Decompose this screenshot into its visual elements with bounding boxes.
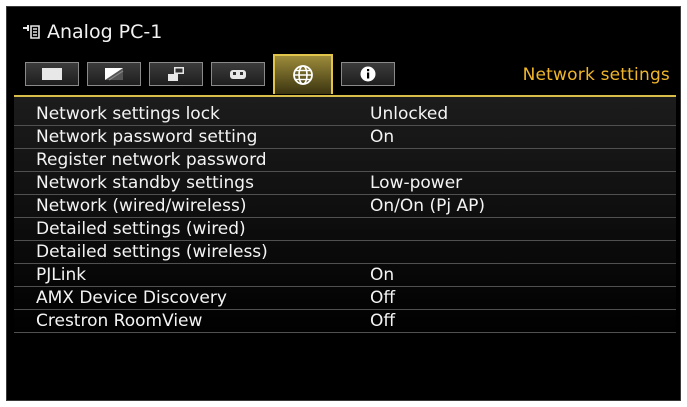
image-adjust-icon (101, 66, 127, 82)
tab-title: Network settings (522, 65, 670, 85)
setting-label: Network (wired/wireless) (36, 196, 247, 216)
network-globe-icon (292, 64, 314, 86)
setting-value: On/On (Pj AP) (370, 196, 485, 216)
tab-network-settings[interactable] (273, 54, 333, 94)
screen-icon (39, 66, 65, 82)
settings-row[interactable]: Detailed settings (wired) (14, 218, 676, 241)
settings-row[interactable]: Network standby settings Low-power (14, 172, 676, 195)
setting-label: Network password setting (36, 127, 258, 147)
osd-menu: Analog PC-1 Network settings Network set… (6, 6, 681, 401)
tab-system-settings[interactable] (211, 62, 265, 86)
setting-label: Register network password (36, 150, 267, 170)
setting-label: Network standby settings (36, 173, 254, 193)
setting-value: Off (370, 311, 396, 331)
setting-label: Detailed settings (wireless) (36, 242, 268, 262)
analog-input-icon (21, 23, 41, 41)
setting-value: On (370, 265, 395, 285)
tab-information[interactable] (341, 62, 395, 86)
settings-row[interactable]: Register network password (14, 149, 676, 172)
settings-row[interactable]: PJLink On (14, 264, 676, 287)
setting-value: Unlocked (370, 104, 449, 124)
settings-row[interactable]: Crestron RoomView Off (14, 310, 676, 333)
info-icon (358, 65, 378, 83)
tab-screen[interactable] (25, 62, 79, 86)
setting-value: Off (370, 288, 396, 308)
menu-tabs: Network settings (17, 51, 680, 95)
setting-label: Network settings lock (36, 104, 220, 124)
installation-icon (163, 66, 189, 82)
tab-installation[interactable] (149, 62, 203, 86)
settings-row[interactable]: Network password setting On (14, 126, 676, 149)
setting-label: PJLink (36, 265, 87, 285)
tab-image-adjustment[interactable] (87, 62, 141, 86)
system-settings-icon (225, 66, 251, 82)
settings-panel: Network settings lock Unlocked Network pas… (14, 95, 676, 400)
setting-value: Low-power (370, 173, 463, 193)
input-source-label: Analog PC-1 (47, 21, 163, 43)
settings-row[interactable]: Network (wired/wireless) On/On (Pj AP) (14, 195, 676, 218)
setting-label: Crestron RoomView (36, 311, 203, 331)
settings-row[interactable]: AMX Device Discovery Off (14, 287, 676, 310)
settings-row[interactable]: Detailed settings (wireless) (14, 241, 676, 264)
setting-value: On (370, 127, 395, 147)
setting-label: AMX Device Discovery (36, 288, 227, 308)
settings-row[interactable]: Network settings lock Unlocked (14, 103, 676, 126)
setting-label: Detailed settings (wired) (36, 219, 246, 239)
settings-list: Network settings lock Unlocked Network pas… (14, 103, 676, 333)
input-source: Analog PC-1 (21, 19, 162, 45)
